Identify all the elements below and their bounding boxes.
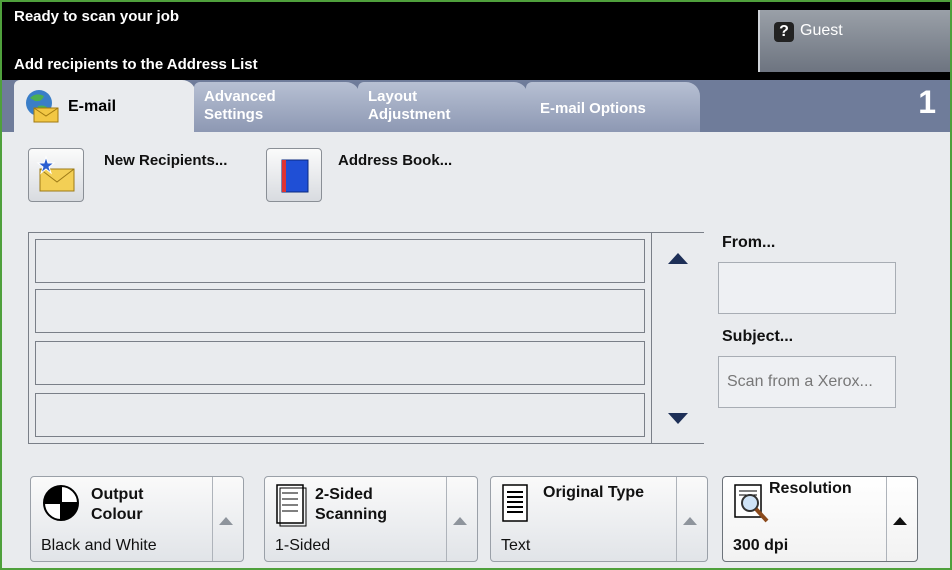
two-sided-scanning-title: 2-Sided Scanning xyxy=(315,486,388,523)
instruction-message: Add recipients to the Address List xyxy=(14,56,258,73)
magnifier-document-icon xyxy=(734,484,769,523)
recipient-row[interactable] xyxy=(35,341,645,385)
book-icon xyxy=(281,159,309,193)
guest-button[interactable]: ? Guest xyxy=(758,10,950,72)
arrow-up-icon xyxy=(668,253,688,264)
recipient-row[interactable] xyxy=(35,393,645,437)
tab-email-options[interactable]: E-mail Options xyxy=(526,82,700,132)
recipient-row[interactable] xyxy=(35,289,645,333)
output-colour-title: Output Colour xyxy=(91,486,144,523)
resolution-button[interactable]: Resolution 300 dpi xyxy=(722,476,918,562)
tab-layout-adjustment-label: Layout Adjustment xyxy=(368,88,451,123)
tab-advanced-settings-label: Advanced Settings xyxy=(204,88,276,123)
colour-wheel-icon xyxy=(43,485,79,521)
tab-layout-adjustment[interactable]: Layout Adjustment xyxy=(358,82,528,132)
recipient-list xyxy=(28,232,704,444)
output-colour-arrow-icon xyxy=(219,517,233,525)
tab-email[interactable]: E-mail xyxy=(14,80,196,134)
two-sided-scanning-arrow-icon xyxy=(453,517,467,525)
original-type-title: Original Type xyxy=(543,484,645,501)
tab-email-label: E-mail xyxy=(68,98,117,115)
address-book-label: Address Book... xyxy=(338,152,453,169)
original-type-value: Text xyxy=(501,537,531,554)
resolution-value: 300 dpi xyxy=(733,537,789,554)
new-recipients-button[interactable] xyxy=(28,148,84,202)
output-colour-button[interactable]: Output Colour Black and White xyxy=(30,476,244,562)
resolution-arrow-icon xyxy=(893,517,907,525)
tab-email-options-label: E-mail Options xyxy=(540,100,646,117)
document-icon xyxy=(276,484,307,527)
output-colour-value: Black and White xyxy=(41,537,157,554)
tab-bar: E-mail Advanced Settings Layout Adjustme… xyxy=(2,80,950,134)
subject-field[interactable]: Scan from a Xerox... xyxy=(718,356,896,408)
text-document-icon xyxy=(502,484,528,522)
scroll-down-button[interactable] xyxy=(652,393,704,443)
guest-label: Guest xyxy=(800,22,843,39)
device-screen: Ready to scan your job Add recipients to… xyxy=(0,0,952,570)
arrow-down-icon xyxy=(668,413,688,424)
status-bar: Ready to scan your job Add recipients to… xyxy=(2,2,950,80)
status-message: Ready to scan your job xyxy=(14,8,180,25)
copy-count: 1 xyxy=(918,84,936,120)
from-field[interactable] xyxy=(718,262,896,314)
tab-advanced-settings[interactable]: Advanced Settings xyxy=(194,82,360,132)
recipient-row[interactable] xyxy=(35,239,645,283)
list-scrollbar xyxy=(651,233,704,443)
from-label: From... xyxy=(722,234,776,251)
address-book-button[interactable] xyxy=(266,148,322,202)
globe-envelope-icon xyxy=(26,90,59,123)
original-type-button[interactable]: Original Type Text xyxy=(490,476,708,562)
subject-label: Subject... xyxy=(722,328,794,345)
resolution-title: Resolution xyxy=(769,480,852,497)
original-type-arrow-icon xyxy=(683,517,697,525)
two-sided-scanning-button[interactable]: 2-Sided Scanning 1-Sided xyxy=(264,476,478,562)
two-sided-scanning-value: 1-Sided xyxy=(275,537,331,554)
help-icon: ? xyxy=(774,22,794,42)
new-recipients-label: New Recipients... xyxy=(104,152,228,169)
star-envelope-icon xyxy=(36,155,75,192)
scroll-up-button[interactable] xyxy=(652,233,704,283)
